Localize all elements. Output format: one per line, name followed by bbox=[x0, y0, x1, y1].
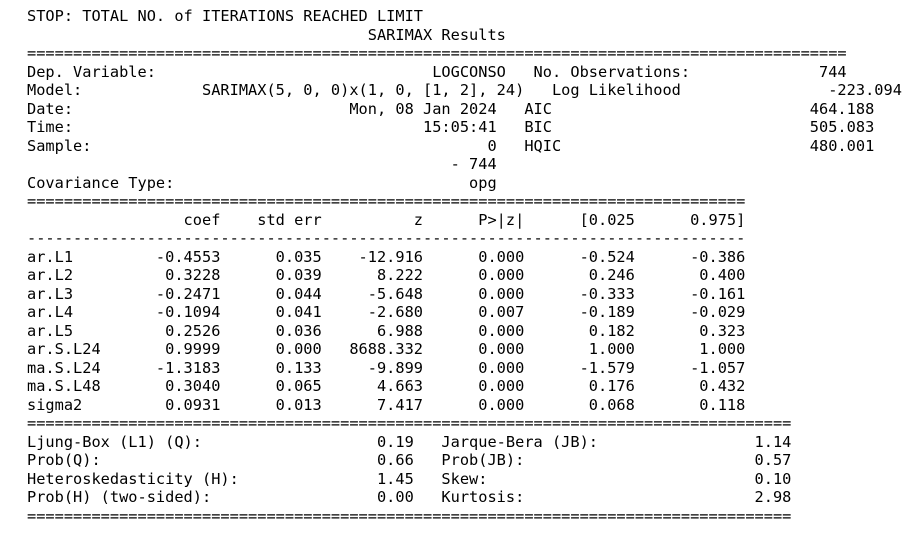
coef-row-ar-s-l24: ar.S.L24 0.9999 0.000 8688.332 0.000 1.0… bbox=[27, 340, 746, 358]
diagnostics-row-ljung-box: Ljung-Box (L1) (Q): 0.19 Jarque-Bera (JB… bbox=[27, 432, 792, 451]
coef-row-ar-l3: ar.L3 -0.2471 0.044 -5.648 0.000 -0.333 … bbox=[27, 284, 746, 303]
coef-row-ar-l1: ar.L1 -0.4553 0.035 -12.916 0.000 -0.524… bbox=[27, 247, 746, 266]
warning-line: STOP: TOTAL NO. of ITERATIONS REACHED LI… bbox=[27, 7, 424, 25]
coef-row-ma-s-l24: ma.S.L24 -1.3183 0.133 -9.899 0.000 -1.5… bbox=[27, 358, 746, 377]
coef-row-ma-s-l48: ma.S.L48 0.3040 0.065 4.663 0.000 0.176 … bbox=[27, 377, 746, 395]
diagnostics-row-prob-h: Prob(H) (two-sided): 0.00 Kurtosis: 2.98 bbox=[27, 488, 792, 506]
diagnostics-row-prob-q: Prob(Q): 0.66 Prob(JB): 0.57 bbox=[27, 451, 792, 469]
results-title: SARIMAX Results bbox=[27, 25, 847, 44]
summary-row-date: Date: Mon, 08 Jan 2024 AIC 464.188 bbox=[27, 99, 875, 118]
coef-row-sigma2: sigma2 0.0931 0.013 7.417 0.000 0.068 0.… bbox=[27, 395, 746, 414]
summary-row-sample: Sample: 0 HQIC 480.001 bbox=[27, 136, 875, 155]
summary-row-dep-variable: Dep. Variable: LOGCONSO No. Observations… bbox=[27, 62, 847, 81]
summary-row-covariance: Covariance Type: opg bbox=[27, 173, 875, 192]
separator-coef-top: ========================================… bbox=[27, 192, 746, 210]
separator-coef-header: ----------------------------------------… bbox=[27, 229, 746, 247]
sarimax-results-output: STOP: TOTAL NO. of ITERATIONS REACHED LI… bbox=[27, 7, 902, 525]
coef-table-header: coef std err z P>|z| [0.025 0.975] bbox=[27, 210, 746, 229]
separator-bottom: ========================================… bbox=[27, 506, 792, 525]
summary-row-model: Model: SARIMAX(5, 0, 0)x(1, 0, [1, 2], 2… bbox=[27, 81, 902, 99]
separator-top: ========================================… bbox=[27, 44, 847, 62]
summary-row-sample-end: - 744 bbox=[27, 155, 875, 173]
separator-diagnostics-top: ========================================… bbox=[27, 414, 792, 432]
coef-row-ar-l5: ar.L5 0.2526 0.036 6.988 0.000 0.182 0.3… bbox=[27, 321, 746, 340]
coef-row-ar-l4: ar.L4 -0.1094 0.041 -2.680 0.007 -0.189 … bbox=[27, 303, 746, 321]
diagnostics-row-heteroskedasticity: Heteroskedasticity (H): 1.45 Skew: 0.10 bbox=[27, 469, 792, 488]
coef-row-ar-l2: ar.L2 0.3228 0.039 8.222 0.000 0.246 0.4… bbox=[27, 266, 746, 284]
summary-row-time: Time: 15:05:41 BIC 505.083 bbox=[27, 118, 875, 136]
